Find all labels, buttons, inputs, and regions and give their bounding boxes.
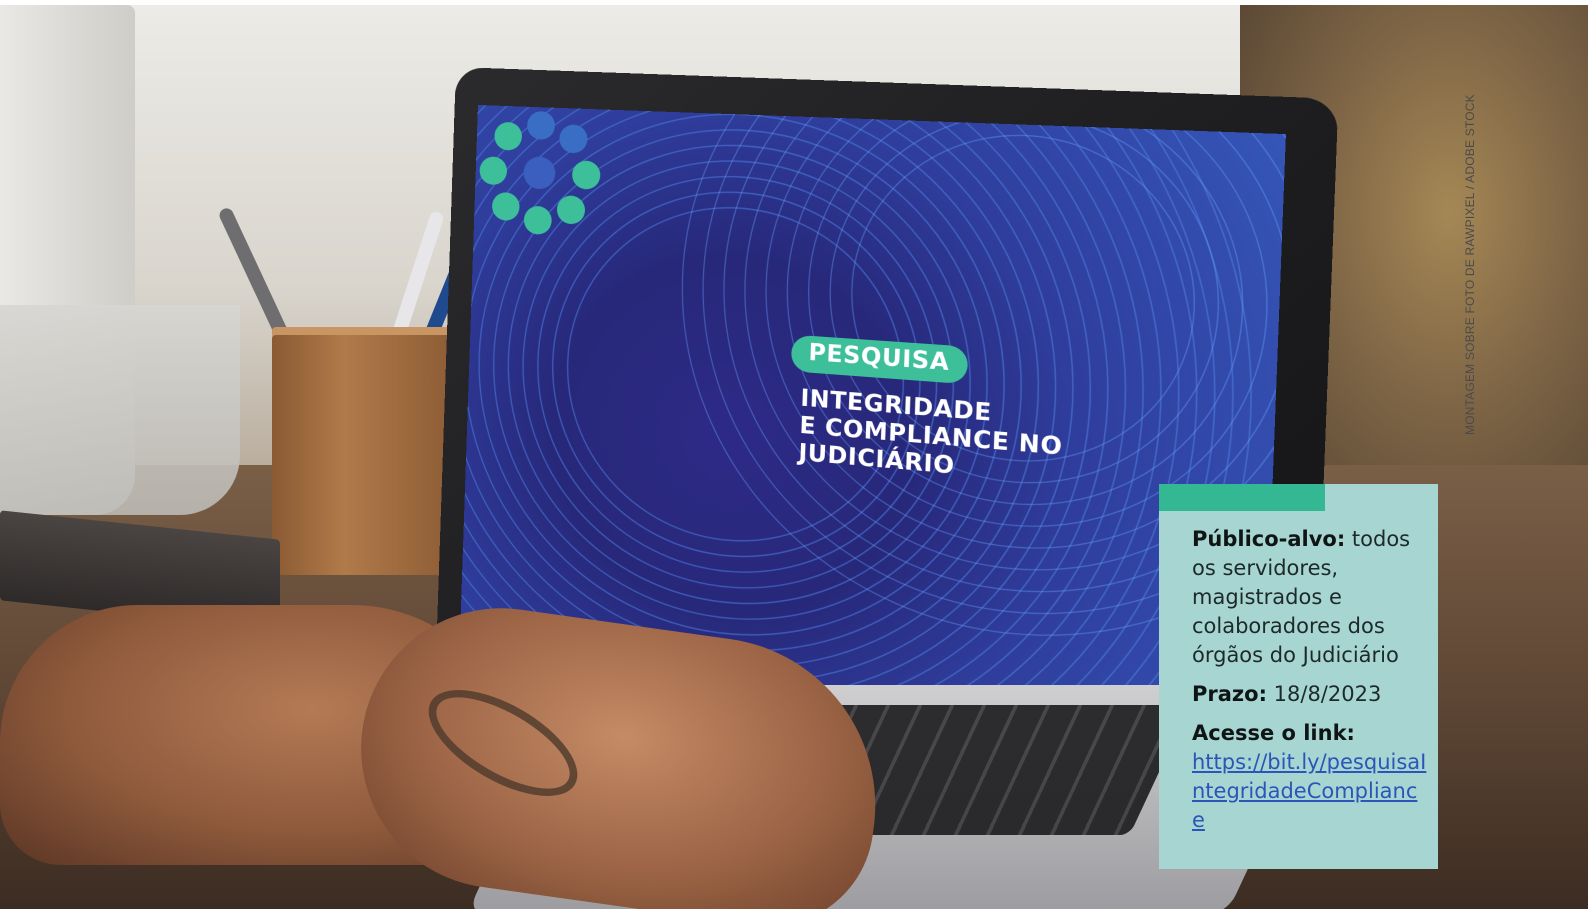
deadline-value: 18/8/2023 <box>1267 682 1381 706</box>
link-paragraph: Acesse o link: https://bit.ly/pesquisaIn… <box>1192 719 1430 835</box>
info-box-content: Público-alvo: todos os servidores, magis… <box>1192 525 1430 845</box>
deadline-paragraph: Prazo: 18/8/2023 <box>1192 680 1430 709</box>
monitor-stand <box>0 305 240 515</box>
deadline-label: Prazo: <box>1192 682 1267 706</box>
circle-of-dots-logo-icon <box>474 105 607 242</box>
photo-credit: MONTAGEM SOBRE FOTO DE RAWPIXEL / ADOBE … <box>1463 75 1477 435</box>
info-box: Público-alvo: todos os servidores, magis… <box>1159 484 1438 869</box>
wooden-pen-holder <box>272 335 452 575</box>
audience-label: Público-alvo: <box>1192 527 1345 551</box>
audience-paragraph: Público-alvo: todos os servidores, magis… <box>1192 525 1430 670</box>
link-label: Acesse o link: <box>1192 721 1355 745</box>
survey-link[interactable]: https://bit.ly/pesquisaIntegridadeCompli… <box>1192 748 1430 835</box>
info-box-accent-bar <box>1159 484 1325 511</box>
